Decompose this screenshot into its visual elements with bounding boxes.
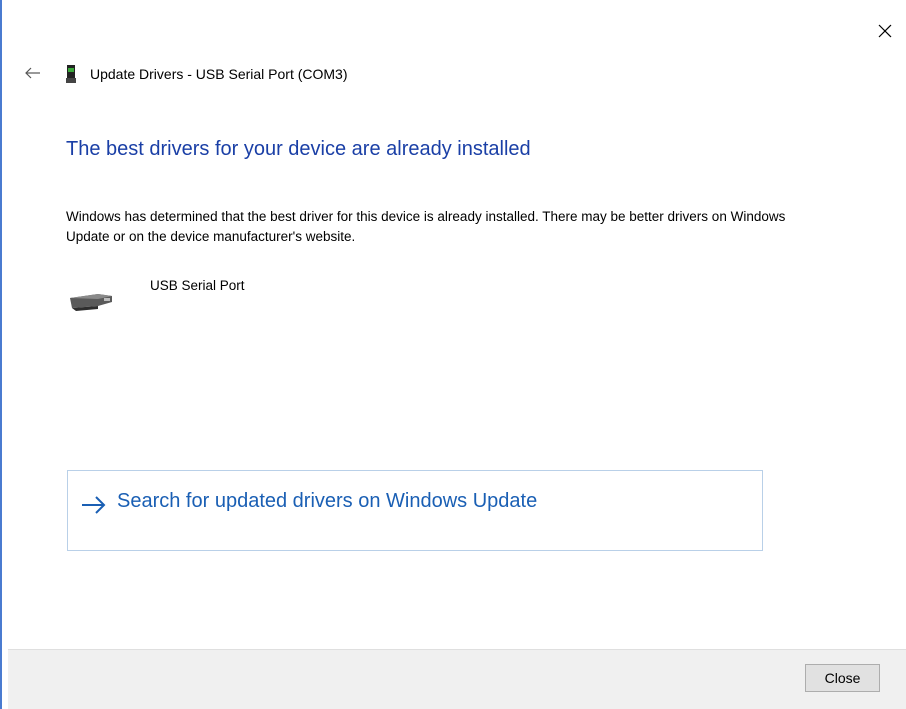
- device-name: USB Serial Port: [150, 278, 245, 293]
- search-link-label: Search for updated drivers on Windows Up…: [117, 490, 538, 512]
- page-heading: The best drivers for your device are alr…: [66, 138, 531, 160]
- window-left-border: [0, 0, 4, 709]
- window-title-row: Update Drivers - USB Serial Port (COM3): [66, 64, 348, 84]
- search-windows-update-link[interactable]: Search for updated drivers on Windows Up…: [67, 470, 763, 551]
- back-arrow-icon[interactable]: [22, 64, 44, 82]
- usb-device-icon: [66, 65, 76, 83]
- update-drivers-window: Update Drivers - USB Serial Port (COM3) …: [0, 0, 906, 709]
- usb-serial-port-icon: [68, 290, 114, 312]
- right-arrow-icon: [80, 493, 108, 517]
- status-description: Windows has determined that the best dri…: [66, 209, 786, 244]
- close-button[interactable]: Close: [805, 664, 880, 692]
- close-icon[interactable]: [868, 14, 902, 48]
- window-title: Update Drivers - USB Serial Port (COM3): [90, 66, 348, 82]
- dialog-footer: Close: [8, 649, 906, 709]
